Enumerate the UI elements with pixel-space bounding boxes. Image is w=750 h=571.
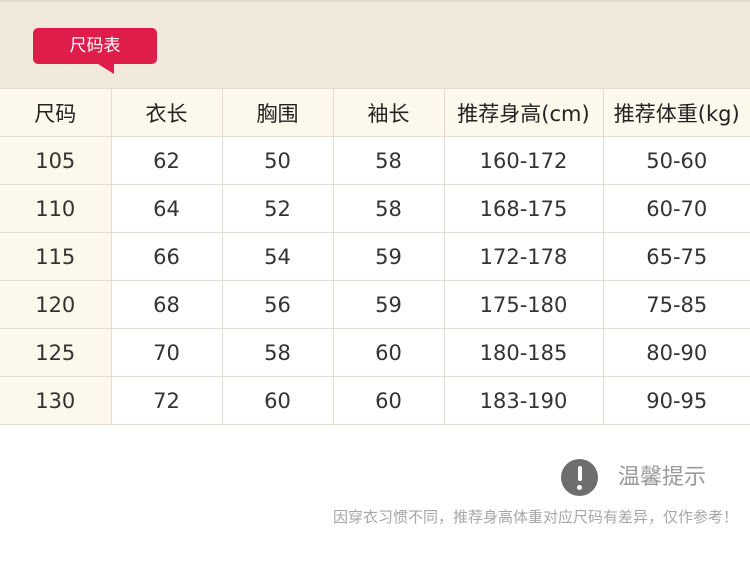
header-height: 推荐身高(cm)	[443, 88, 604, 137]
header-size: 尺码	[0, 88, 112, 137]
cell-chest: 60	[221, 376, 334, 425]
cell-weight: 50-60	[602, 136, 750, 185]
cell-height: 175-180	[443, 280, 604, 329]
cell-sleeve: 58	[332, 136, 445, 185]
table-row: 115 66 54 59 172-178 65-75	[0, 232, 750, 281]
cell-height: 172-178	[443, 232, 604, 281]
table-row: 130 72 60 60 183-190 90-95	[0, 376, 750, 425]
header-length: 衣长	[110, 88, 223, 137]
cell-length: 72	[110, 376, 223, 425]
exclamation-icon	[561, 459, 598, 496]
cell-weight: 90-95	[602, 376, 750, 425]
header-chest: 胸围	[221, 88, 334, 137]
table-row: 105 62 50 58 160-172 50-60	[0, 136, 750, 185]
cell-weight: 80-90	[602, 328, 750, 377]
cell-length: 62	[110, 136, 223, 185]
cell-weight: 65-75	[602, 232, 750, 281]
cell-chest: 56	[221, 280, 334, 329]
cell-height: 168-175	[443, 184, 604, 233]
size-chart-badge: 尺码表	[33, 28, 157, 64]
cell-height: 183-190	[443, 376, 604, 425]
badge-tail	[98, 64, 114, 74]
cell-chest: 50	[221, 136, 334, 185]
cell-weight: 60-70	[602, 184, 750, 233]
cell-height: 180-185	[443, 328, 604, 377]
cell-chest: 52	[221, 184, 334, 233]
cell-length: 68	[110, 280, 223, 329]
top-divider	[0, 0, 750, 2]
cell-weight: 75-85	[602, 280, 750, 329]
tip-title: 温馨提示	[618, 465, 707, 490]
tip-note: 因穿衣习惯不同，推荐身高体重对应尺码有差异，仅作参考！	[332, 508, 738, 526]
cell-sleeve: 60	[332, 328, 445, 377]
cell-size: 120	[0, 280, 112, 329]
cell-size: 110	[0, 184, 112, 233]
cell-size: 125	[0, 328, 112, 377]
cell-size: 115	[0, 232, 112, 281]
header-weight: 推荐体重(kg)	[602, 88, 750, 137]
cell-size: 105	[0, 136, 112, 185]
table-header-row: 尺码 衣长 胸围 袖长 推荐身高(cm) 推荐体重(kg)	[0, 88, 750, 137]
cell-chest: 54	[221, 232, 334, 281]
cell-sleeve: 59	[332, 280, 445, 329]
table-row: 110 64 52 58 168-175 60-70	[0, 184, 750, 233]
cell-length: 66	[110, 232, 223, 281]
cell-sleeve: 58	[332, 184, 445, 233]
cell-height: 160-172	[443, 136, 604, 185]
size-table: 尺码 衣长 胸围 袖长 推荐身高(cm) 推荐体重(kg) 105 62 50 …	[0, 88, 750, 425]
cell-chest: 58	[221, 328, 334, 377]
cell-length: 70	[110, 328, 223, 377]
header-sleeve: 袖长	[332, 88, 445, 137]
table-row: 120 68 56 59 175-180 75-85	[0, 280, 750, 329]
cell-sleeve: 60	[332, 376, 445, 425]
table-row: 125 70 58 60 180-185 80-90	[0, 328, 750, 377]
cell-size: 130	[0, 376, 112, 425]
cell-sleeve: 59	[332, 232, 445, 281]
cell-length: 64	[110, 184, 223, 233]
